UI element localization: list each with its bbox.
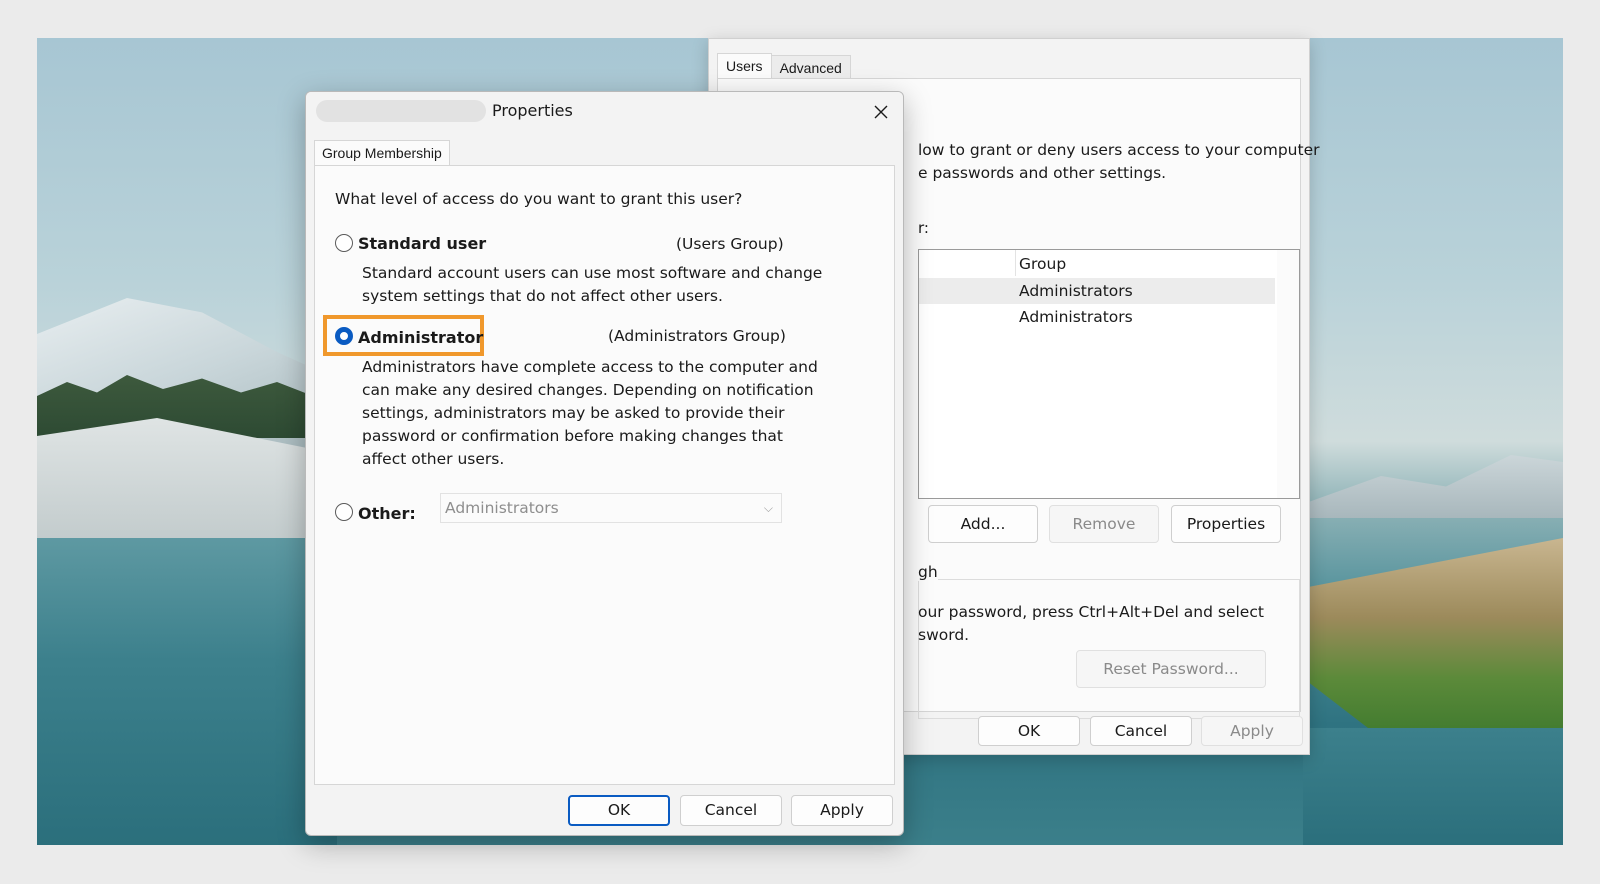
standard-user-group: (Users Group) — [676, 235, 784, 253]
column-header-group[interactable]: Group — [1019, 255, 1066, 273]
standard-user-label[interactable]: Standard user — [358, 234, 486, 253]
password-group-line: our password, press Ctrl+Alt+Del and sel… — [918, 603, 1264, 621]
administrator-label[interactable]: Administrator — [358, 328, 483, 347]
description-line: Administrators have complete access to t… — [362, 358, 818, 376]
users-list-label: r: — [918, 219, 929, 237]
group-membership-panel: What level of access do you want to gran… — [314, 165, 895, 785]
back-cancel-button[interactable]: Cancel — [1090, 716, 1192, 746]
tab-users[interactable]: Users — [717, 53, 772, 79]
user-properties-dialog: Properties Group Membership What level o… — [305, 91, 904, 836]
apply-button[interactable]: Apply — [791, 795, 893, 826]
ok-button[interactable]: OK — [568, 795, 670, 826]
tab-advanced[interactable]: Advanced — [771, 55, 851, 79]
administrator-group: (Administrators Group) — [608, 327, 786, 345]
administrator-description: Administrators have complete access to t… — [362, 356, 818, 471]
users-description: low to grant or deny users access to you… — [918, 139, 1320, 185]
user-accounts-tabs: Users Advanced — [717, 53, 851, 79]
password-group-title: gh — [918, 563, 938, 581]
wallpaper-mountain-right — [1303, 455, 1563, 518]
user-properties-button[interactable]: Properties — [1171, 505, 1281, 543]
cancel-button[interactable]: Cancel — [680, 795, 782, 826]
back-ok-button[interactable]: OK — [978, 716, 1080, 746]
description-line: affect other users. — [362, 450, 505, 468]
title-bar[interactable]: Properties — [306, 92, 903, 132]
users-description-line: low to grant or deny users access to you… — [918, 141, 1320, 159]
table-row[interactable]: Administrators — [919, 304, 1275, 330]
back-apply-button[interactable]: Apply — [1201, 716, 1303, 746]
close-icon — [874, 105, 888, 119]
other-group-select[interactable]: Administrators ⌵ — [440, 493, 782, 523]
description-line: system settings that do not affect other… — [362, 287, 723, 305]
users-list[interactable]: Group Administrators Administrators — [918, 249, 1300, 499]
reset-password-button[interactable]: Reset Password... — [1076, 650, 1266, 688]
other-radio[interactable] — [335, 503, 353, 521]
close-button[interactable] — [859, 92, 903, 132]
access-question: What level of access do you want to gran… — [335, 190, 743, 208]
description-line: can make any desired changes. Depending … — [362, 381, 814, 399]
password-group-line: sword. — [918, 626, 970, 644]
standard-user-description: Standard account users can use most soft… — [362, 262, 823, 308]
password-groupbox — [918, 579, 1300, 719]
add-user-button[interactable]: Add... — [928, 505, 1038, 543]
table-row[interactable]: Administrators — [919, 278, 1275, 304]
password-group-text: our password, press Ctrl+Alt+Del and sel… — [918, 601, 1264, 647]
administrator-radio[interactable] — [335, 327, 353, 345]
chevron-down-icon: ⌵ — [763, 501, 773, 515]
remove-user-button[interactable]: Remove — [1049, 505, 1159, 543]
column-separator — [1015, 250, 1016, 276]
other-group-select-value: Administrators — [445, 499, 559, 517]
description-line: settings, administrators may be asked to… — [362, 404, 785, 422]
users-description-line: e passwords and other settings. — [918, 164, 1167, 182]
dialog-title: Properties — [492, 101, 573, 120]
list-scroll-area — [1277, 250, 1299, 498]
other-label[interactable]: Other: — [358, 504, 416, 523]
description-line: password or confirmation before making c… — [362, 427, 784, 445]
wallpaper-grass — [1303, 538, 1563, 738]
tab-group-membership[interactable]: Group Membership — [314, 140, 450, 165]
description-line: Standard account users can use most soft… — [362, 264, 823, 282]
wallpaper-lake-right — [1303, 728, 1563, 845]
wallpaper-lake-left — [37, 538, 337, 845]
redacted-username — [316, 100, 486, 122]
standard-user-radio[interactable] — [335, 234, 353, 252]
properties-tabs: Group Membership — [314, 140, 450, 165]
